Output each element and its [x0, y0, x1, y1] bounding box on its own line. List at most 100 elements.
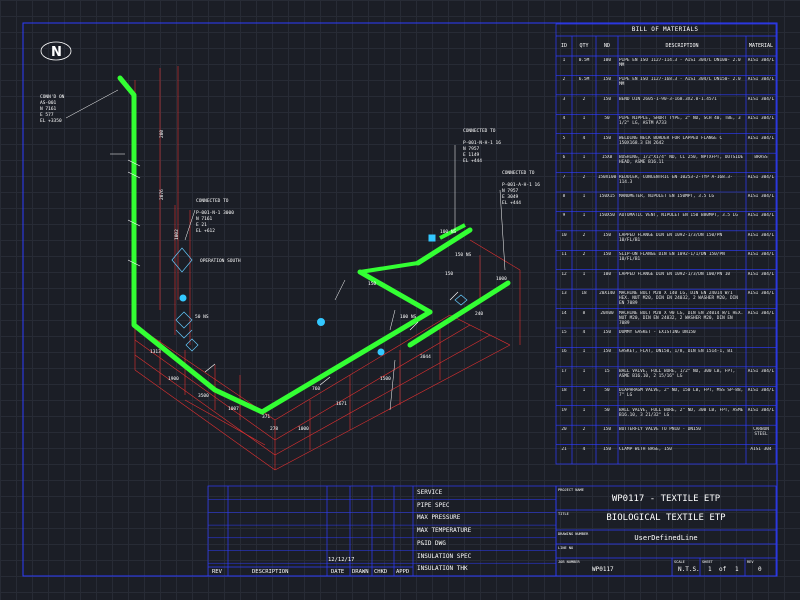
bom-header-nd: ND: [603, 43, 611, 49]
bom-cell-nd: 150: [603, 96, 611, 102]
bom-cell-qty: 4: [582, 446, 586, 452]
bom-cell-desc: BUTTERFLY VALVE TO PN10 - DN150: [619, 427, 701, 433]
bom-cell-id: 13: [561, 291, 567, 297]
dimension-label: 1671: [336, 401, 347, 407]
operation-south-label: OPERATION SOUTH: [200, 258, 241, 264]
drawing-title: BIOLOGICAL TEXTILE ETP: [606, 513, 726, 523]
valve-icon: [317, 318, 325, 326]
bom-cell-qty: 0.5M: [578, 58, 590, 63]
bom-cell-id: 16: [561, 349, 567, 355]
bom-cell-mat: AISI 304/L: [747, 135, 775, 141]
note-line: N 7161: [40, 106, 57, 112]
service-label: INSULATION THK: [417, 565, 468, 573]
bom-cell-mat: AISI 304/L: [747, 368, 775, 374]
bom-cell-mat: CARBON STEEL: [753, 427, 769, 438]
bom-cell-id: 17: [561, 368, 567, 374]
bom-header-material: MATERIAL: [748, 43, 774, 49]
bom-cell-nd: 50: [604, 407, 610, 413]
note-line: CONN'D ON: [40, 94, 65, 100]
service-label: SERVICE: [417, 489, 443, 496]
bom-cell-mat: AISI 304/L: [747, 291, 775, 297]
drawing-canvas: N CONN'D ON AS-001 N 7161 E 577 EL +3350…: [0, 0, 800, 600]
bom-cell-desc: BEND DIN 2605-1-90-3-168.3X2.0-1.4571: [619, 96, 717, 102]
dimension-label: 1007: [228, 406, 239, 412]
bom-cell-id: 11: [561, 252, 567, 258]
note-line: P-001-N-H-1 16: [463, 140, 501, 146]
bom-cell-desc: BALL VALVE, FULL BORE, 2" ND, 300 LB, FP…: [619, 407, 744, 418]
bom-cell-qty: 8: [582, 310, 586, 316]
note-line: N 7957: [463, 146, 480, 152]
connected-right1-note: CONNECTED TO P-001-N-H-1 16 N 7957 E 114…: [463, 128, 501, 164]
bom-cell-desc: CLAMP WITH BASE, 150: [619, 446, 672, 452]
drawing-number: UserDefinedLine: [634, 534, 698, 542]
bom-cell-mat: AISI 304/L: [747, 194, 775, 199]
bom-cell-id: 21: [561, 446, 567, 452]
bom-cell-qty: 4: [582, 135, 586, 141]
dimension-label: 3500: [198, 393, 209, 399]
bom-cell-nd: 50: [604, 116, 610, 122]
note-line: N 7161: [196, 216, 213, 222]
bom-cell-qty: 2: [582, 252, 586, 258]
note-line: EL +444: [502, 200, 521, 206]
bom-cell-nd: 150: [603, 135, 611, 141]
bom-cell-id: 10: [561, 232, 567, 238]
bom-cell-nd: 150: [603, 446, 611, 452]
size-tag: 50 NS: [195, 314, 209, 320]
bom-header-qty: QTY: [579, 43, 589, 49]
sheet-label: SHEET: [702, 560, 713, 564]
valve-icon-2: [377, 348, 385, 356]
bom-cell-mat: AISI 304/L: [747, 252, 775, 258]
sheet-count: 1: [735, 566, 739, 573]
scale-label: SCALE: [674, 560, 685, 564]
bom-cell-nd: 100: [603, 271, 611, 277]
description-header: DESCRIPTION: [252, 569, 289, 575]
north-arrow-icon: N: [40, 41, 72, 61]
bom-cell-desc: PIPE EN ISO 1127-168.3 - AISI 304/L DN15…: [619, 77, 741, 88]
size-tag: 100 NS: [440, 229, 457, 235]
bom-cell-desc: BUSHING, 1/2"X1/4" ND, CL 250, NPTXFPT, …: [619, 155, 744, 166]
bom-cell-id: 6: [562, 155, 566, 161]
bom-cell-mat: AISI 304/L: [747, 58, 775, 63]
bom-cell-qty: 2: [582, 174, 586, 180]
bom-cell-mat: [747, 330, 775, 346]
connected-right2-note: CONNECTED TO P-001-A-H-1 16 N 7957 E 304…: [502, 170, 540, 206]
bom-cell-id: 2: [562, 77, 566, 83]
bom-cell-nd: 15X8: [601, 155, 613, 161]
job-number-label: JOB NUMBER: [558, 560, 580, 564]
dimension-label: 150: [445, 271, 453, 277]
bom-cell-mat: AISI 304/L: [747, 96, 775, 102]
project-name: WP0117 - TEXTILE ETP: [611, 494, 721, 504]
size-tag: 150 NS: [455, 252, 472, 258]
scale-value: N.T.S.: [678, 566, 700, 573]
bom-cell-desc: WELDING NECK BORDER FOR LAPPED FLANGE C …: [619, 135, 723, 146]
bom-cell-nd: 150: [603, 77, 611, 83]
bom-cell-nd: 20X00: [600, 310, 614, 316]
note-line: P-001-A-H-1 16: [502, 182, 540, 188]
bom-cell-nd: 150: [603, 349, 611, 355]
dimension-labels: 200 2076 1002 1313 1900 3500 1007 371 10…: [150, 130, 507, 432]
dimension-label: 1500: [380, 376, 391, 382]
rev-label: REV: [747, 560, 754, 564]
bom-cell-nd: 15: [604, 368, 610, 374]
bom-cell-desc: PIPE NIPPLE, SHORT TYPE, 2" ND, SCH 40, …: [619, 116, 741, 127]
valve-icon-3: [179, 294, 187, 302]
bom-cell-nd: 150: [603, 330, 611, 335]
bom-cell-mat: BRASS: [754, 155, 768, 161]
service-label: MAX PRESSURE: [417, 514, 461, 522]
pipe-branch: [359, 261, 419, 274]
bom-cell-desc: SLIP-ON FLANGE DIN EN 1092-1/1/DN 150/PN…: [619, 252, 725, 263]
appd-header: APPD: [396, 569, 410, 575]
bom-cell-mat: AISI 304/L: [747, 77, 775, 83]
bom-cell-nd: 150: [603, 252, 611, 258]
bom-cell-qty: 6.5M: [578, 77, 590, 83]
north-label: N: [51, 45, 62, 60]
bom-cell-qty: 1: [582, 155, 586, 161]
service-label: PIPE SPEC: [417, 501, 450, 509]
line-no-label: LINE NO: [558, 546, 574, 550]
note-line: E 3049: [502, 194, 519, 200]
drawn-header: DRAWN: [352, 569, 369, 575]
bom-cell-nd: 150X15: [599, 194, 615, 199]
bom-cell-qty: 2: [582, 232, 586, 238]
dimension-framework: [134, 66, 521, 471]
bom-cell-qty: 1: [582, 368, 586, 374]
